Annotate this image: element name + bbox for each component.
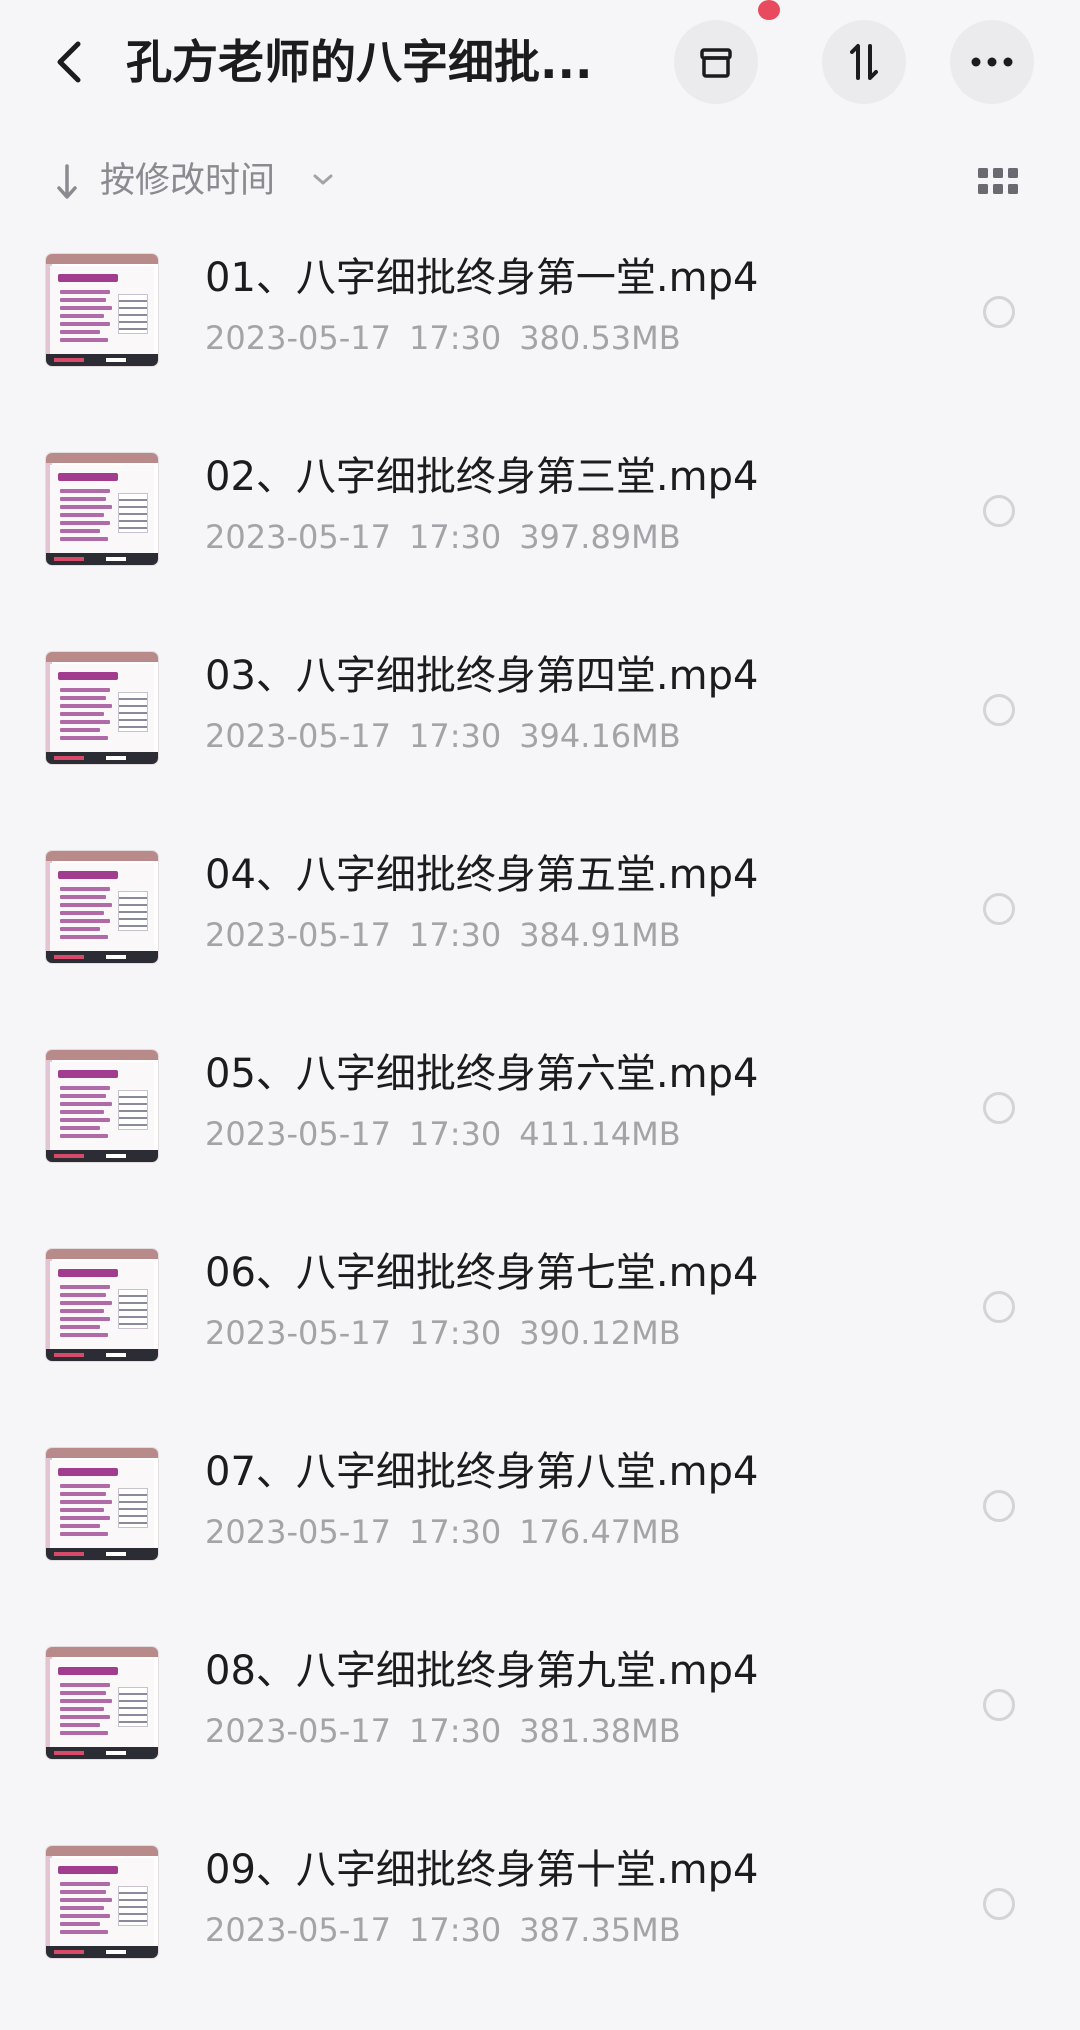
file-meta: 2023-05-17 17:30 411.14MB (205, 1112, 699, 1156)
file-time: 17:30 (408, 916, 502, 954)
select-radio[interactable] (983, 893, 1015, 925)
file-list-item[interactable]: 05、八字细批终身第六堂.mp4 2023-05-17 17:30 411.14MB (0, 1036, 1080, 1234)
file-meta: 2023-05-17 17:30 397.89MB (205, 515, 699, 559)
video-thumbnail (46, 1050, 158, 1162)
file-date: 2023-05-17 (205, 717, 391, 755)
select-radio[interactable] (983, 1888, 1015, 1920)
file-time: 17:30 (408, 1911, 502, 1949)
file-time: 17:30 (408, 1314, 502, 1352)
file-name: 07、八字细批终身第八堂.mp4 (205, 1449, 759, 1495)
file-list-item[interactable]: 01、八字细批终身第一堂.mp4 2023-05-17 17:30 380.53MB (0, 240, 1080, 438)
video-thumbnail (46, 453, 158, 565)
select-radio[interactable] (983, 1291, 1015, 1323)
archive-button[interactable] (674, 20, 758, 104)
video-thumbnail (46, 1249, 158, 1361)
arrow-down-icon[interactable] (54, 164, 80, 200)
grid-view-icon[interactable] (978, 168, 1018, 196)
file-name: 03、八字细批终身第四堂.mp4 (205, 653, 759, 699)
file-meta: 2023-05-17 17:30 394.16MB (205, 714, 699, 758)
back-button[interactable] (44, 34, 94, 90)
file-list-item[interactable]: 08、八字细批终身第九堂.mp4 2023-05-17 17:30 381.38MB (0, 1633, 1080, 1831)
video-thumbnail (46, 851, 158, 963)
file-size: 390.12MB (519, 1314, 681, 1352)
page-title: 孔方老师的八字细批... (126, 35, 593, 89)
select-radio[interactable] (983, 1092, 1015, 1124)
chevron-left-icon (57, 41, 81, 83)
video-thumbnail (46, 1846, 158, 1958)
file-list-item[interactable]: 03、八字细批终身第四堂.mp4 2023-05-17 17:30 394.16MB (0, 638, 1080, 836)
file-time: 17:30 (408, 319, 502, 357)
file-size: 384.91MB (519, 916, 681, 954)
archive-icon (700, 48, 732, 78)
file-date: 2023-05-17 (205, 916, 391, 954)
file-meta: 2023-05-17 17:30 390.12MB (205, 1311, 699, 1355)
video-thumbnail (46, 1448, 158, 1560)
file-size: 380.53MB (519, 319, 681, 357)
file-meta: 2023-05-17 17:30 380.53MB (205, 316, 699, 360)
file-date: 2023-05-17 (205, 1314, 391, 1352)
file-list-item[interactable]: 09、八字细批终身第十堂.mp4 2023-05-17 17:30 387.35MB (0, 1832, 1080, 2030)
file-name: 01、八字细批终身第一堂.mp4 (205, 255, 759, 301)
file-list-item[interactable]: 06、八字细批终身第七堂.mp4 2023-05-17 17:30 390.12MB (0, 1235, 1080, 1433)
file-date: 2023-05-17 (205, 1712, 391, 1750)
file-size: 381.38MB (519, 1712, 681, 1750)
file-size: 411.14MB (519, 1115, 681, 1153)
file-time: 17:30 (408, 1712, 502, 1750)
select-radio[interactable] (983, 296, 1015, 328)
top-app-bar: 孔方老师的八字细批... (0, 0, 1080, 125)
file-name: 05、八字细批终身第六堂.mp4 (205, 1051, 759, 1097)
file-meta: 2023-05-17 17:30 381.38MB (205, 1709, 699, 1753)
select-radio[interactable] (983, 1689, 1015, 1721)
file-time: 17:30 (408, 1115, 502, 1153)
file-name: 06、八字细批终身第七堂.mp4 (205, 1250, 759, 1296)
file-date: 2023-05-17 (205, 1513, 391, 1551)
file-size: 387.35MB (519, 1911, 681, 1949)
file-size: 394.16MB (519, 717, 681, 755)
video-thumbnail (46, 1647, 158, 1759)
more-icon (971, 57, 1013, 67)
file-meta: 2023-05-17 17:30 176.47MB (205, 1510, 699, 1554)
sort-bar: 按修改时间 (0, 150, 1080, 212)
file-date: 2023-05-17 (205, 319, 391, 357)
file-name: 09、八字细批终身第十堂.mp4 (205, 1847, 759, 1893)
sort-dropdown[interactable]: 按修改时间 (100, 154, 275, 208)
select-radio[interactable] (983, 1490, 1015, 1522)
file-list-item[interactable]: 07、八字细批终身第八堂.mp4 2023-05-17 17:30 176.47MB (0, 1434, 1080, 1632)
file-name: 02、八字细批终身第三堂.mp4 (205, 454, 759, 500)
file-size: 176.47MB (519, 1513, 681, 1551)
chevron-down-icon[interactable] (312, 170, 334, 190)
notification-dot (758, 0, 780, 20)
select-radio[interactable] (983, 694, 1015, 726)
file-time: 17:30 (408, 518, 502, 556)
file-size: 397.89MB (519, 518, 681, 556)
sort-toggle-icon (850, 44, 878, 80)
file-name: 08、八字细批终身第九堂.mp4 (205, 1648, 759, 1694)
file-date: 2023-05-17 (205, 1911, 391, 1949)
file-list-item[interactable]: 04、八字细批终身第五堂.mp4 2023-05-17 17:30 384.91MB (0, 837, 1080, 1035)
file-meta: 2023-05-17 17:30 384.91MB (205, 913, 699, 957)
file-list-item[interactable]: 02、八字细批终身第三堂.mp4 2023-05-17 17:30 397.89MB (0, 439, 1080, 637)
sort-toggle-button[interactable] (822, 20, 906, 104)
video-thumbnail (46, 254, 158, 366)
video-thumbnail (46, 652, 158, 764)
select-radio[interactable] (983, 495, 1015, 527)
file-time: 17:30 (408, 717, 502, 755)
file-name: 04、八字细批终身第五堂.mp4 (205, 852, 759, 898)
more-button[interactable] (950, 20, 1034, 104)
file-meta: 2023-05-17 17:30 387.35MB (205, 1908, 699, 1952)
file-time: 17:30 (408, 1513, 502, 1551)
file-date: 2023-05-17 (205, 518, 391, 556)
file-date: 2023-05-17 (205, 1115, 391, 1153)
